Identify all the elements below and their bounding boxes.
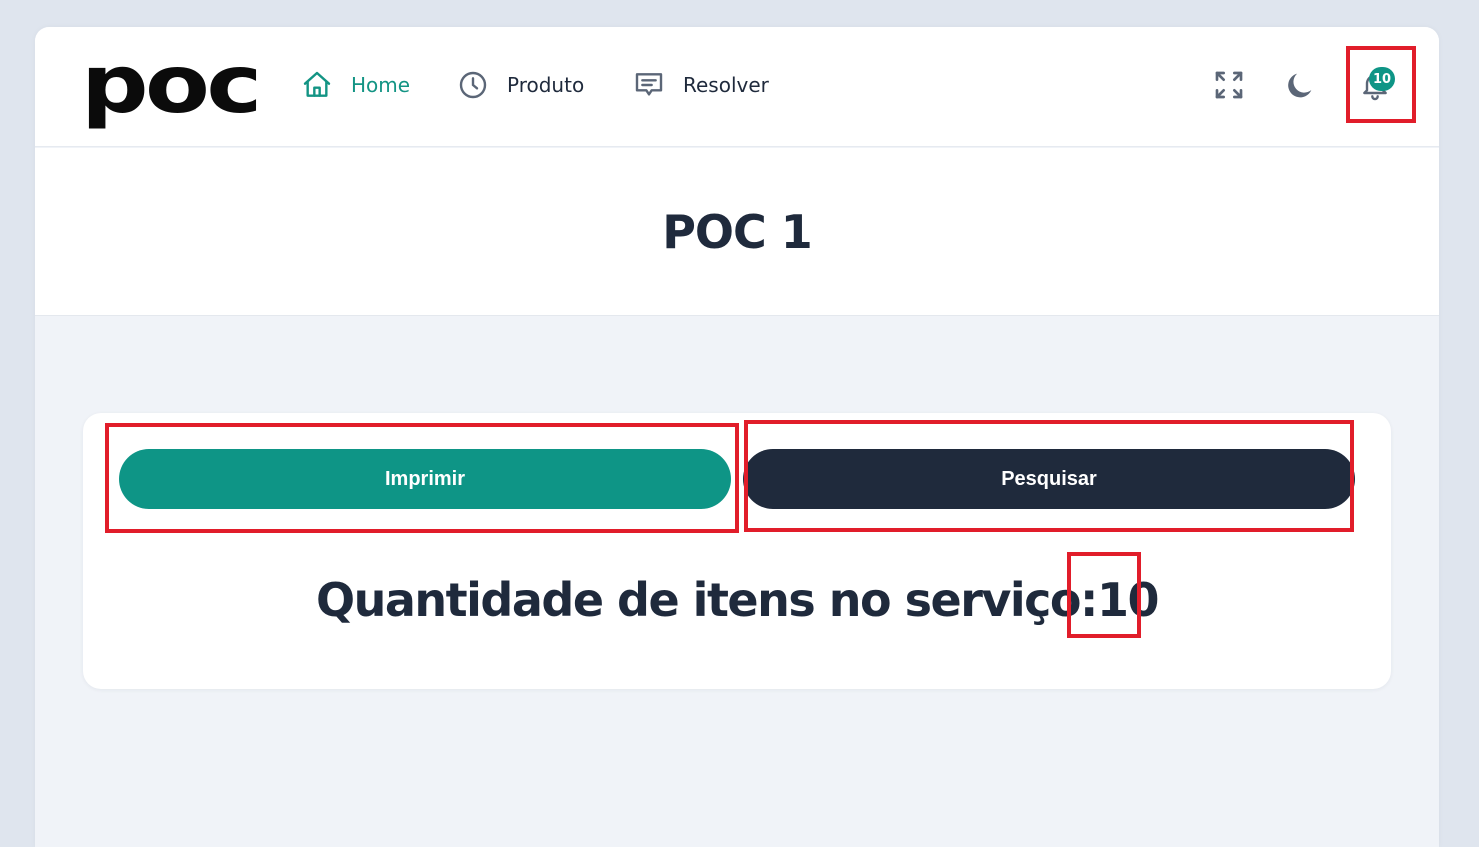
service-quantity-label: Quantidade de itens no serviço:: [316, 573, 1098, 627]
app-window: poc Home Produto Resolver 10 POC 1 Impri…: [35, 27, 1439, 847]
nav-item-produto[interactable]: Produto: [455, 67, 584, 103]
fullscreen-button[interactable]: [1209, 67, 1249, 107]
moon-icon: [1283, 68, 1317, 106]
page-title: POC 1: [662, 204, 813, 259]
nav-item-label: Produto: [507, 73, 585, 97]
nav-item-label: Home: [351, 73, 411, 97]
nav-item-home[interactable]: Home: [299, 67, 410, 103]
theme-toggle-button[interactable]: [1280, 67, 1320, 107]
home-icon: [299, 67, 335, 103]
nav-item-label: Resolver: [683, 73, 769, 97]
expand-icon: [1213, 69, 1245, 105]
service-quantity: Quantidade de itens no serviço:10: [83, 573, 1391, 627]
notification-count-badge: 10: [1369, 67, 1395, 91]
top-navbar: poc Home Produto Resolver 10: [35, 27, 1439, 147]
clock-icon: [455, 67, 491, 103]
notifications-button[interactable]: 10: [1353, 67, 1397, 107]
service-quantity-value: 10: [1096, 573, 1160, 627]
message-icon: [631, 67, 667, 103]
page-header: POC 1: [35, 148, 1439, 316]
search-button[interactable]: Pesquisar: [743, 449, 1355, 509]
nav-item-resolver[interactable]: Resolver: [631, 67, 769, 103]
print-button[interactable]: Imprimir: [119, 449, 731, 509]
brand-logo[interactable]: poc: [81, 45, 262, 125]
service-card: Imprimir Pesquisar Quantidade de itens n…: [83, 413, 1391, 689]
